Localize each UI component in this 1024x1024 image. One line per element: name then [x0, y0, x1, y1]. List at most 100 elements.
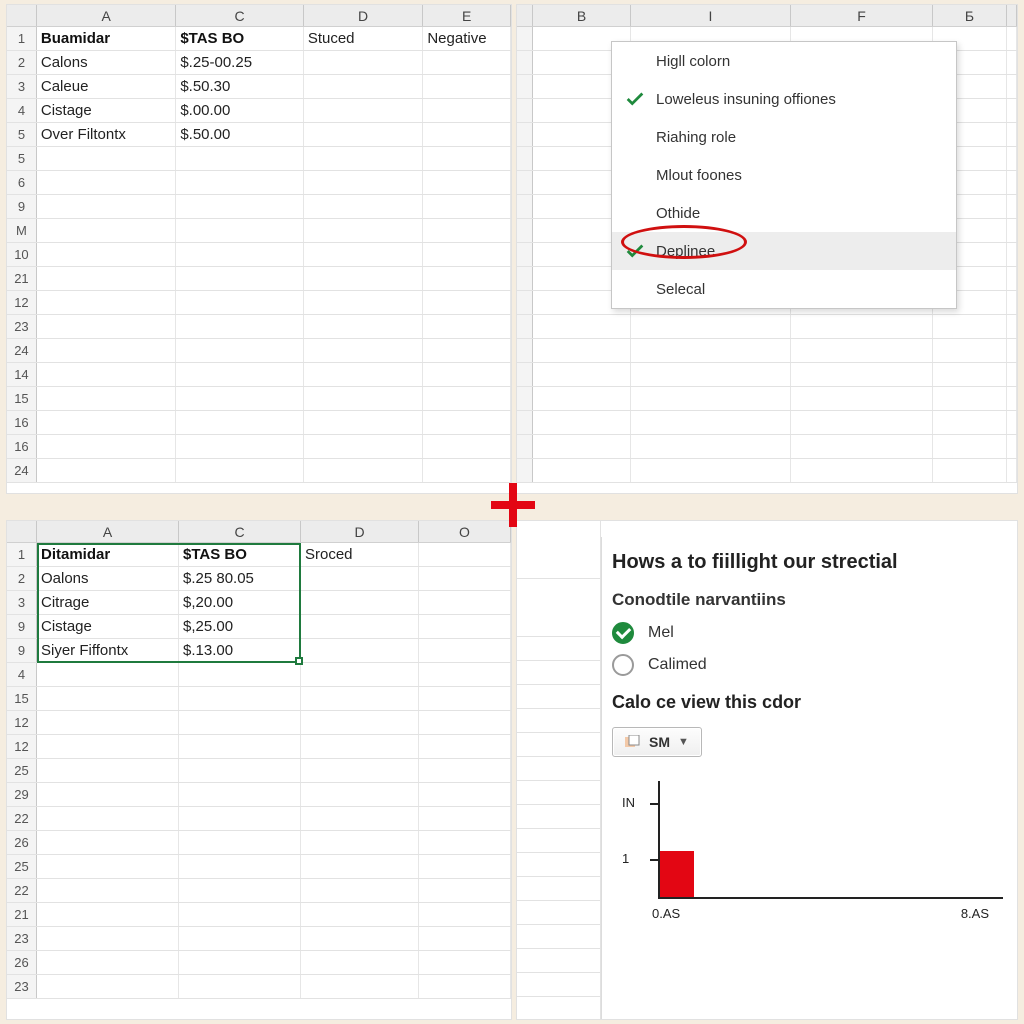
cell[interactable]: [419, 639, 511, 662]
cell[interactable]: [301, 615, 419, 638]
row-header[interactable]: 21: [7, 267, 37, 290]
cell[interactable]: [179, 831, 301, 854]
cell[interactable]: [304, 267, 424, 290]
cell[interactable]: [1007, 51, 1017, 74]
row-header[interactable]: 26: [7, 951, 37, 974]
cell[interactable]: [423, 387, 511, 410]
cell[interactable]: [176, 267, 304, 290]
cell[interactable]: [176, 315, 304, 338]
row-header[interactable]: 23: [7, 927, 37, 950]
cell[interactable]: [1007, 75, 1017, 98]
cell[interactable]: $TAS BO: [179, 543, 301, 566]
row-header[interactable]: [517, 339, 533, 362]
cell[interactable]: [304, 99, 424, 122]
cell[interactable]: $TAS BO: [176, 27, 304, 50]
cell[interactable]: [179, 663, 301, 686]
cell[interactable]: [301, 903, 419, 926]
cell[interactable]: Calons: [37, 51, 176, 74]
col-header-B[interactable]: B: [533, 5, 631, 26]
cell[interactable]: [37, 759, 179, 782]
cell[interactable]: [37, 807, 179, 830]
cell[interactable]: [419, 951, 511, 974]
cell[interactable]: [533, 339, 631, 362]
cell[interactable]: [631, 459, 791, 482]
cell[interactable]: [423, 435, 511, 458]
cell[interactable]: [423, 339, 511, 362]
row-header[interactable]: [517, 435, 533, 458]
cell[interactable]: Cistage: [37, 615, 179, 638]
cell[interactable]: [304, 291, 424, 314]
cell[interactable]: [37, 783, 179, 806]
cell[interactable]: [37, 951, 179, 974]
cell[interactable]: [419, 855, 511, 878]
col-header-C[interactable]: C: [176, 5, 304, 26]
cell[interactable]: [1007, 147, 1017, 170]
cell[interactable]: [419, 543, 511, 566]
col-header-C[interactable]: C: [179, 521, 301, 542]
cell[interactable]: [304, 315, 424, 338]
cell[interactable]: [423, 243, 511, 266]
menu-item[interactable]: Deplinee: [612, 232, 956, 270]
cell[interactable]: [37, 171, 176, 194]
cell[interactable]: [1007, 363, 1017, 386]
cell[interactable]: [301, 663, 419, 686]
cell[interactable]: Oalons: [37, 567, 179, 590]
row-header[interactable]: 16: [7, 435, 37, 458]
cell[interactable]: [631, 363, 791, 386]
cell[interactable]: [304, 387, 424, 410]
cell[interactable]: [176, 219, 304, 242]
menu-item[interactable]: Higll colorn: [612, 42, 956, 80]
cell[interactable]: Buamidar: [37, 27, 176, 50]
cell[interactable]: [37, 411, 176, 434]
cell[interactable]: $.25-00.25: [176, 51, 304, 74]
row-header[interactable]: [517, 99, 533, 122]
row-header[interactable]: 2: [7, 51, 37, 74]
col-header-F[interactable]: F: [791, 5, 933, 26]
row-header[interactable]: 21: [7, 903, 37, 926]
cell[interactable]: [533, 435, 631, 458]
row-header[interactable]: 12: [7, 711, 37, 734]
row-header[interactable]: 9: [7, 195, 37, 218]
cell[interactable]: [304, 75, 424, 98]
row-header[interactable]: 1: [7, 27, 37, 50]
cell[interactable]: [304, 459, 424, 482]
row-header[interactable]: 23: [7, 315, 37, 338]
cell[interactable]: [301, 975, 419, 998]
cell[interactable]: [301, 951, 419, 974]
row-header[interactable]: [517, 51, 533, 74]
cell[interactable]: [423, 195, 511, 218]
cell[interactable]: $.25 80.05: [179, 567, 301, 590]
cell[interactable]: [37, 315, 176, 338]
cell[interactable]: [791, 363, 933, 386]
menu-item[interactable]: Selecal: [612, 270, 956, 308]
row-header[interactable]: 23: [7, 975, 37, 998]
cell[interactable]: [301, 807, 419, 830]
cell[interactable]: [423, 147, 511, 170]
cell[interactable]: [179, 975, 301, 998]
cell[interactable]: [37, 243, 176, 266]
cell[interactable]: [419, 831, 511, 854]
cell[interactable]: [533, 387, 631, 410]
menu-item[interactable]: Loweleus insuning offiones: [612, 80, 956, 118]
cell[interactable]: [1007, 99, 1017, 122]
cell[interactable]: [419, 927, 511, 950]
row-header[interactable]: 25: [7, 759, 37, 782]
col-header-Б[interactable]: Б: [933, 5, 1007, 26]
cell[interactable]: [301, 759, 419, 782]
row-header[interactable]: 5: [7, 123, 37, 146]
cell[interactable]: [179, 735, 301, 758]
cell[interactable]: [1007, 339, 1017, 362]
cell[interactable]: [419, 711, 511, 734]
row-header[interactable]: 4: [7, 663, 37, 686]
row-header[interactable]: 15: [7, 687, 37, 710]
row-header[interactable]: 15: [7, 387, 37, 410]
cell[interactable]: [419, 567, 511, 590]
cell[interactable]: [179, 879, 301, 902]
row-header[interactable]: 1: [7, 543, 37, 566]
row-header[interactable]: 5: [7, 147, 37, 170]
cell[interactable]: [1007, 459, 1017, 482]
col-header-I[interactable]: I: [631, 5, 791, 26]
cell[interactable]: [1007, 267, 1017, 290]
cell[interactable]: [301, 783, 419, 806]
cell[interactable]: [1007, 387, 1017, 410]
